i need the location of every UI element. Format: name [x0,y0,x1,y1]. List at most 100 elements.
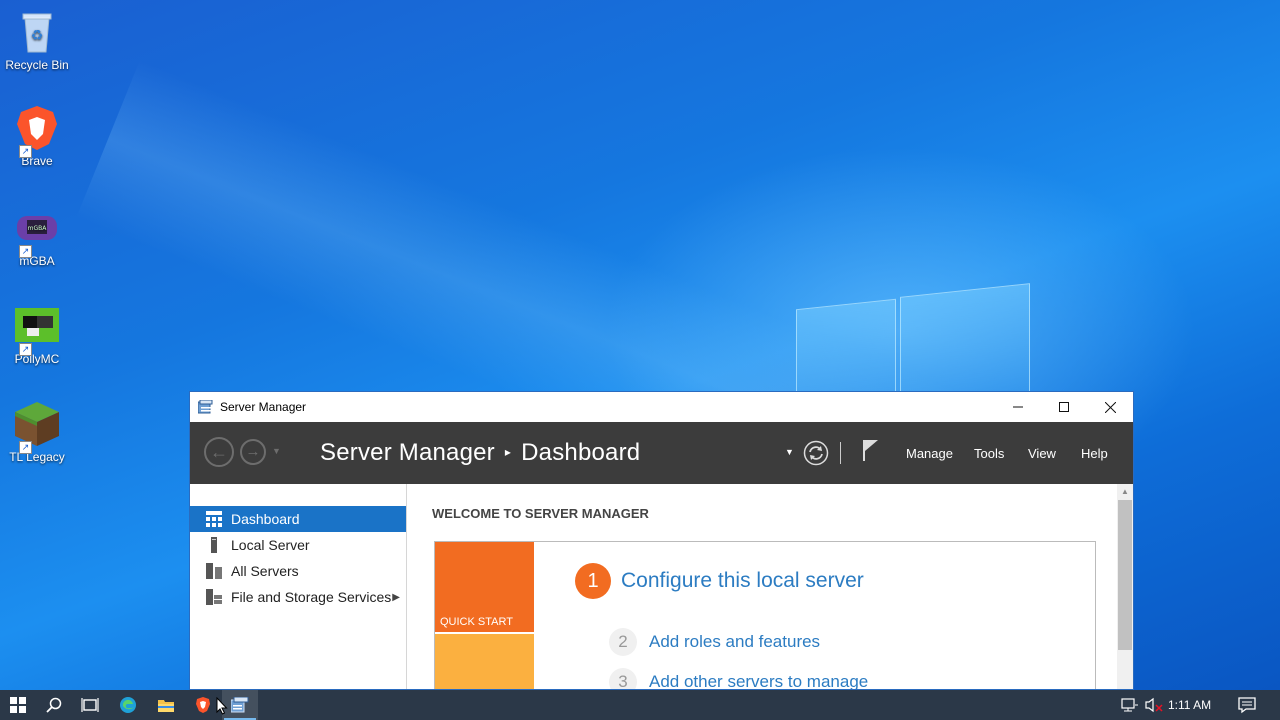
pollymc-icon: ↗ [13,302,61,356]
chevron-right-icon[interactable]: ▶ [392,592,400,603]
minecraft-grass-block-icon: ↗ [13,400,61,454]
dashboard-content: WELCOME TO SERVER MANAGER QUICK START 1 … [407,484,1117,689]
window-titlebar[interactable]: Server Manager [190,392,1133,422]
notifications-icon [1238,697,1256,714]
sidebar-item-label: Local Server [231,537,310,553]
refresh-button[interactable] [803,440,829,471]
notifications-flag-button[interactable] [862,438,880,467]
sidebar-item-label: File and Storage Services [231,589,392,605]
shortcut-arrow-icon: ↗ [19,343,32,356]
sidebar-item-all-servers[interactable]: All Servers [190,558,406,584]
step-number: 3 [609,668,637,689]
network-tray-button[interactable] [1121,697,1139,718]
sidebar-item-file-storage[interactable]: File and Storage Services ▶ [190,584,406,610]
taskbar: 1:11 AM [0,690,1280,720]
breadcrumb-current: Dashboard [521,439,641,466]
sidebar-item-dashboard[interactable]: Dashboard [190,506,406,532]
quick-start-tile[interactable]: QUICK START [435,542,534,632]
minimize-button[interactable] [995,392,1041,422]
edge-taskbar-button[interactable] [110,690,146,720]
brave-icon [196,697,210,713]
menu-manage[interactable]: Manage [906,446,953,461]
arrow-left-icon: ← [210,442,228,462]
desktop-icon-label: Brave [21,154,53,168]
menu-help[interactable]: Help [1081,446,1108,461]
brave-lion-icon: ↗ [13,104,61,158]
recycle-bin-icon: ♻ [13,8,61,56]
server-manager-icon [231,697,249,713]
step-number: 2 [609,628,637,656]
desktop-icon-mgba[interactable]: mGBA ↗ mGBA [4,204,70,268]
step-add-servers[interactable]: 3 Add other servers to manage [609,668,868,689]
vertical-scrollbar[interactable]: ▲ [1117,484,1133,689]
desktop-icon-brave[interactable]: ↗ Brave [4,104,70,168]
server-icon [211,537,217,553]
task-view-icon [81,698,99,712]
desktop-icon-label: Recycle Bin [5,58,69,72]
svg-text:mGBA: mGBA [28,225,48,232]
gameboy-advance-icon: mGBA ↗ [13,204,61,258]
quick-start-label: QUICK START [440,616,513,628]
server-manager-header: ← → ▼ Server Manager ▸ Dashboard ▼ Manag… [190,422,1133,484]
menu-view[interactable]: View [1028,446,1056,461]
start-button[interactable] [0,690,36,720]
scroll-up-icon[interactable]: ▲ [1117,484,1133,500]
search-icon [46,697,62,713]
edge-icon [120,697,136,713]
maximize-button[interactable] [1041,392,1087,422]
refresh-icon [803,440,829,466]
desktop-icon-label: mGBA [19,254,55,268]
quick-start-panel: QUICK START 1 Configure this local serve… [434,541,1096,689]
mouse-cursor-icon [216,697,228,715]
step-add-roles[interactable]: 2 Add roles and features [609,628,820,656]
step-link[interactable]: Configure this local server [621,569,864,593]
step-number: 1 [575,563,611,599]
arrow-right-icon: → [245,443,261,460]
sidebar-item-local-server[interactable]: Local Server [190,532,406,558]
svg-text:♻: ♻ [31,28,44,44]
step-link[interactable]: Add roles and features [649,632,820,652]
breadcrumb: Server Manager ▸ Dashboard [320,439,640,467]
desktop-icon-label: TL Legacy [9,450,65,464]
history-dropdown-icon[interactable]: ▼ [272,446,281,456]
sidebar-item-label: All Servers [231,563,299,579]
action-center-button[interactable] [1238,696,1256,719]
breadcrumb-separator-icon: ▸ [504,445,512,459]
volume-muted-icon [1145,697,1163,713]
step-configure-local-server[interactable]: 1 Configure this local server [575,563,864,599]
windows-wallpaper-logo [796,282,1030,411]
storage-icon [206,589,222,605]
taskbar-clock[interactable]: 1:11 AM [1168,698,1211,712]
breadcrumb-root[interactable]: Server Manager [320,439,495,466]
network-icon [1121,698,1138,712]
dropdown-arrow-icon[interactable]: ▼ [785,447,794,457]
dashboard-grid-icon [206,511,222,527]
welcome-heading: WELCOME TO SERVER MANAGER [432,506,649,521]
whats-new-tile[interactable] [435,634,534,689]
header-divider [840,442,841,464]
flag-icon [863,440,878,461]
server-manager-app-icon [198,400,213,414]
menu-tools[interactable]: Tools [974,446,1004,461]
maximize-icon [1059,402,1069,412]
shortcut-arrow-icon: ↗ [19,145,32,158]
minimize-icon [1013,406,1023,408]
volume-tray-button[interactable] [1145,697,1163,718]
sidebar: Dashboard Local Server All Servers File … [190,484,407,689]
start-icon [10,697,26,713]
server-manager-window[interactable]: Server Manager ← → ▼ Server Manager ▸ Dash… [189,391,1134,690]
close-icon [1104,401,1116,413]
desktop-icon-tl-legacy[interactable]: ↗ TL Legacy [4,400,70,464]
window-title: Server Manager [220,400,307,414]
file-explorer-taskbar-button[interactable] [148,690,184,720]
desktop-icon-recycle-bin[interactable]: ♻ Recycle Bin [4,8,70,72]
desktop-icon-pollymc[interactable]: ↗ PollyMC [4,302,70,366]
step-link[interactable]: Add other servers to manage [649,672,868,689]
task-view-button[interactable] [72,690,108,720]
close-button[interactable] [1087,392,1133,422]
forward-button[interactable]: → [240,439,266,465]
back-button[interactable]: ← [204,437,234,467]
search-button[interactable] [36,690,72,720]
scrollbar-thumb[interactable] [1118,500,1132,650]
shortcut-arrow-icon: ↗ [19,441,32,454]
